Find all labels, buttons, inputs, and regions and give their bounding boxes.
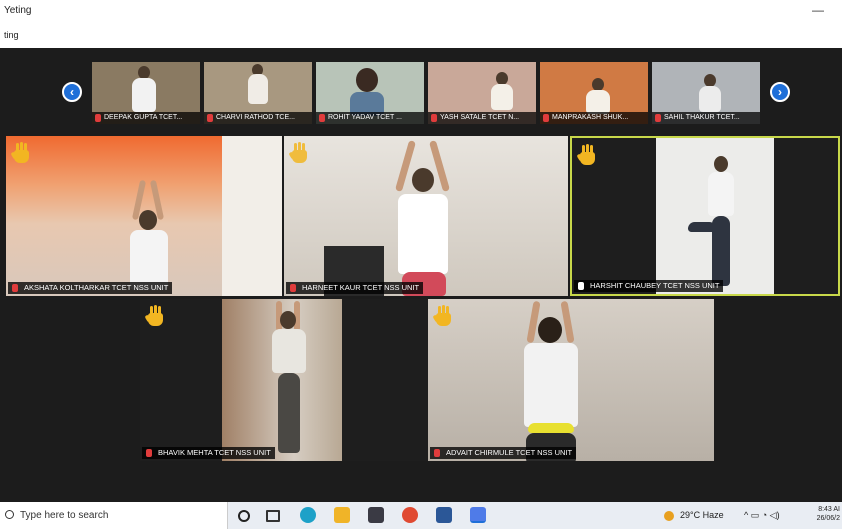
mic-muted-icon	[207, 114, 213, 122]
weather-widget[interactable]: 29°C Haze	[664, 510, 724, 521]
strip-name: DEEPAK GUPTA TCET...	[92, 112, 200, 124]
windows-taskbar: Type here to search 29°C Haze ^ ▭ ◔ ◁) 8…	[0, 502, 842, 529]
weather-icon	[664, 510, 674, 521]
participant-name: HARNEET KAUR TCET NSS UNIT	[286, 282, 424, 294]
window-title: Yeting	[4, 5, 32, 16]
strip-thumb[interactable]: CHARVI RATHOD TCE...	[204, 62, 312, 124]
raised-hand-icon	[576, 144, 598, 166]
mic-muted-icon	[655, 114, 661, 122]
mic-muted-icon	[12, 284, 18, 292]
mic-muted-icon	[95, 114, 101, 122]
mic-muted-icon	[543, 114, 549, 122]
participant-name: ADVAIT CHIRMULE TCET NSS UNIT	[430, 447, 577, 459]
chrome-icon[interactable]	[402, 507, 418, 523]
strip-thumb[interactable]: MANPRAKASH SHUK...	[540, 62, 648, 124]
system-tray-icons[interactable]: ^ ▭ ◔ ◁)	[744, 510, 780, 521]
raised-hand-icon	[288, 142, 310, 164]
mic-muted-icon	[319, 114, 325, 122]
participant-name: BHAVIK MEHTA TCET NSS UNIT	[142, 447, 275, 459]
zoom-icon[interactable]	[470, 507, 486, 523]
video-stage: ‹ DEEPAK GUPTA TCET... CHARVI RATHOD TCE…	[0, 48, 842, 502]
participant-name: HARSHIT CHAUBEY TCET NSS UNIT	[574, 280, 724, 292]
edge-icon[interactable]	[300, 507, 316, 523]
search-input[interactable]: Type here to search	[20, 510, 108, 521]
raised-hand-icon	[432, 305, 454, 327]
cortana-icon[interactable]	[238, 510, 250, 522]
raised-hand-icon	[10, 142, 32, 164]
strip-name: SAHIL THAKUR TCET...	[652, 112, 760, 124]
window-titlebar: Yeting —	[0, 0, 842, 22]
mic-muted-icon	[146, 449, 152, 457]
mic-muted-icon	[431, 114, 437, 122]
participant-name: AKSHATA KOLTHARKAR TCET NSS UNIT	[8, 282, 173, 294]
strip-thumb[interactable]: YASH SATALE TCET N...	[428, 62, 536, 124]
search-icon	[5, 510, 14, 519]
strip-thumb[interactable]: ROHIT YADAV TCET ...	[316, 62, 424, 124]
strip-name: ROHIT YADAV TCET ...	[316, 112, 424, 124]
taskbar-search[interactable]: Type here to search	[0, 502, 228, 529]
store-icon[interactable]	[368, 507, 384, 523]
file-explorer-icon[interactable]	[334, 507, 350, 523]
word-icon[interactable]	[436, 507, 452, 523]
meeting-sub-label: ting	[4, 30, 19, 40]
chevron-right-icon[interactable]: ›	[770, 82, 790, 102]
chevron-left-icon[interactable]: ‹	[62, 82, 82, 102]
raised-hand-icon	[144, 305, 166, 327]
mic-muted-icon	[290, 284, 296, 292]
strip-name: YASH SATALE TCET N...	[428, 112, 536, 124]
video-tile-active-speaker[interactable]: HARSHIT CHAUBEY TCET NSS UNIT	[570, 136, 840, 296]
video-tile[interactable]: ADVAIT CHIRMULE TCET NSS UNIT	[428, 299, 714, 461]
mic-muted-icon	[434, 449, 440, 457]
strip-name: CHARVI RATHOD TCE...	[204, 112, 312, 124]
video-tile[interactable]: HARNEET KAUR TCET NSS UNIT	[284, 136, 568, 296]
video-tile[interactable]: BHAVIK MEHTA TCET NSS UNIT	[140, 299, 428, 461]
strip-thumb[interactable]: DEEPAK GUPTA TCET...	[92, 62, 200, 124]
task-view-icon[interactable]	[266, 510, 280, 522]
strip-name: MANPRAKASH SHUK...	[540, 112, 648, 124]
minimize-button[interactable]: —	[812, 3, 824, 17]
strip-thumb[interactable]: SAHIL THAKUR TCET...	[652, 62, 760, 124]
meeting-header: ting	[0, 22, 842, 48]
participant-strip: ‹ DEEPAK GUPTA TCET... CHARVI RATHOD TCE…	[0, 48, 842, 130]
taskbar-clock[interactable]: 8:43 AI 26/06/2	[817, 505, 840, 523]
mic-muted-icon	[578, 282, 584, 290]
video-tile[interactable]: AKSHATA KOLTHARKAR TCET NSS UNIT	[6, 136, 282, 296]
